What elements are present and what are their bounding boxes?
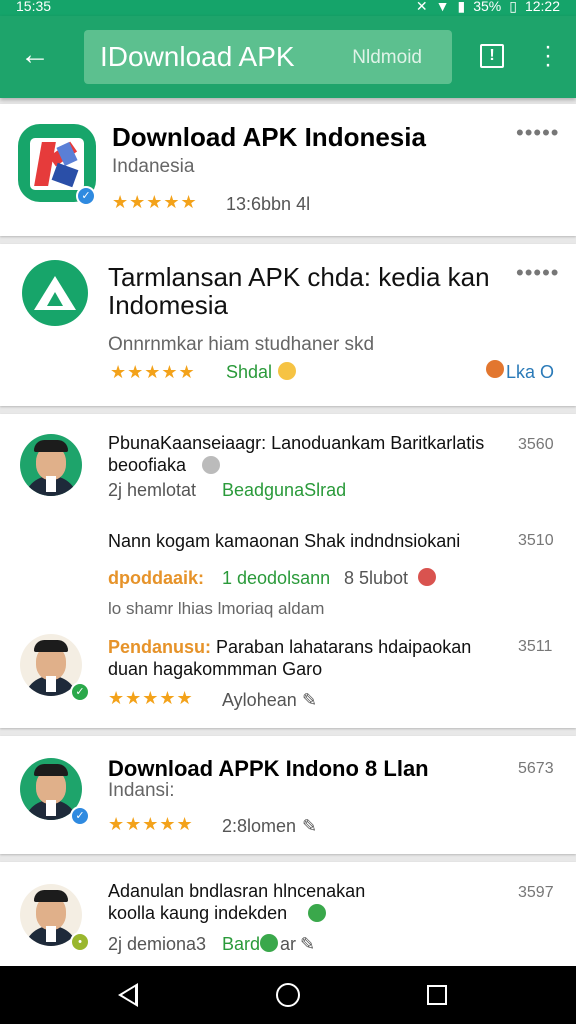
post-line2: duan hagakommman Garo — [108, 659, 323, 679]
post-line1: Pendanusu: Paraban lahatarans hdaipaokan — [108, 636, 471, 659]
pencil-icon: ✎ — [302, 690, 318, 710]
nav-home-icon[interactable] — [276, 983, 300, 1007]
post-meta: 2j demiona3 — [108, 934, 207, 954]
search-hint: Nldmoid — [352, 47, 422, 68]
avatar — [20, 434, 82, 496]
emoji-icon — [278, 362, 296, 380]
wifi-icon: ▼ — [435, 0, 450, 14]
nav-back-icon-inner — [122, 987, 135, 1003]
rating-stars: ★★★★★ — [108, 688, 194, 708]
result-card-5[interactable]: • Adanulan bndlasran hlncenakan 3597 koo… — [0, 862, 576, 966]
status-time: 15:35 — [16, 0, 52, 14]
result-card-1[interactable]: ✓ Download APK Indonesia ••••• Indanesia… — [0, 104, 576, 236]
post-line2: koolla kaung indekden — [108, 903, 288, 923]
post-tag-suffix: ar — [280, 934, 297, 954]
post-line1-text: Paraban lahatarans hdaipaokan — [216, 637, 472, 657]
overflow-menu-icon[interactable]: ••••• — [516, 120, 560, 146]
status-icon: • — [70, 932, 90, 952]
result-meta: Shdal — [226, 362, 273, 382]
verified-icon: ✓ — [70, 806, 90, 826]
search-query[interactable]: IDownload APK — [100, 41, 295, 73]
emoji-icon — [308, 904, 326, 922]
post-prefix: Pendanusu: — [108, 637, 212, 657]
post-tag: 1 deodolsann — [222, 568, 331, 588]
report-icon[interactable]: ! — [480, 44, 504, 68]
result-card-3[interactable]: PbunaKaanseiaagr: Lanoduankam Baritkarla… — [0, 414, 576, 728]
battery-percent: 35% — [473, 0, 502, 14]
post-tag: BeadgunaSlrad — [222, 480, 347, 500]
emoji-icon — [486, 360, 504, 378]
heart-icon — [418, 568, 436, 586]
result-card-2[interactable]: Tarmlansan APK chda: kedia kan Indomesia… — [0, 244, 576, 406]
result-card-4[interactable]: ✓ Download APPK Indono 8 Llan 5673 Indan… — [0, 736, 576, 854]
overflow-menu-icon[interactable]: ••••• — [516, 260, 560, 286]
post-label: dpoddaaik: — [108, 568, 205, 588]
result-title: Download APK Indonesia — [112, 122, 426, 152]
pencil-icon: ✎ — [302, 816, 318, 836]
result-subtitle: Onnrnmkar hiam studhaner skd — [108, 334, 375, 355]
post-line3: lo shamr lhias lmoriaq aldam — [108, 599, 325, 618]
app-toolbar: ← IDownload APK Nldmoid ! · · · — [0, 16, 576, 98]
post-meta: 8 5lubot — [344, 568, 409, 588]
signal-icon: ▮ — [457, 0, 466, 14]
verified-icon: ✓ — [76, 186, 96, 206]
post-count: 3510 — [518, 532, 554, 549]
rating-stars: ★★★★★ — [110, 362, 196, 382]
emoji-icon — [260, 934, 278, 952]
post-line1: Adanulan bndlasran hlncenakan — [108, 881, 366, 901]
status-icons: ✕ ▼ ▮ 35% ▯ 12:22 — [415, 0, 560, 14]
post-line2: beoofiaka — [108, 455, 187, 475]
bluetooth-icon: ✕ — [415, 0, 428, 14]
result-right-meta: Lka O — [506, 362, 555, 382]
post-count: 3560 — [518, 436, 554, 453]
post-count: 3597 — [518, 884, 554, 901]
app-logo-icon — [22, 260, 88, 326]
arrow-back-icon[interactable]: ← — [18, 40, 52, 74]
post-meta: Aylohean — [222, 690, 297, 710]
search-field[interactable]: IDownload APK Nldmoid — [84, 30, 452, 84]
result-meta: 2:8lomen — [222, 816, 297, 836]
post-meta: 2j hemlotat — [108, 480, 197, 500]
result-meta: 13:6bbn 4l — [226, 194, 311, 214]
result-title-line2: Indomesia — [108, 290, 228, 320]
result-count: 5673 — [518, 760, 554, 777]
rating-stars: ★★★★★ — [108, 814, 194, 834]
result-subtitle: Indanesia — [112, 156, 195, 177]
post-count: 3511 — [518, 638, 553, 655]
pencil-icon: ✎ — [300, 934, 316, 954]
system-nav-bar — [0, 966, 576, 1024]
status-clock: 12:22 — [524, 0, 560, 14]
status-bar: 15:35 ✕ ▼ ▮ 35% ▯ 12:22 — [0, 0, 576, 16]
post-line1: PbunaKaanseiaagr: Lanoduankam Baritkarla… — [108, 433, 485, 453]
post-line1: Nann kogam kamaonan Shak indndnsiokani — [108, 531, 461, 551]
result-title-line1: Tarmlansan APK chda: kedia kan — [108, 262, 490, 292]
post-tag: Bard — [222, 934, 261, 954]
emoji-icon — [202, 456, 220, 474]
battery-icon: ▯ — [509, 0, 517, 14]
result-subtitle: Indansi: — [108, 780, 175, 801]
more-vert-icon[interactable]: · · · — [536, 35, 560, 77]
rating-stars: ★★★★★ — [112, 192, 198, 212]
verified-icon: ✓ — [70, 682, 90, 702]
nav-recents-icon[interactable] — [427, 985, 447, 1005]
